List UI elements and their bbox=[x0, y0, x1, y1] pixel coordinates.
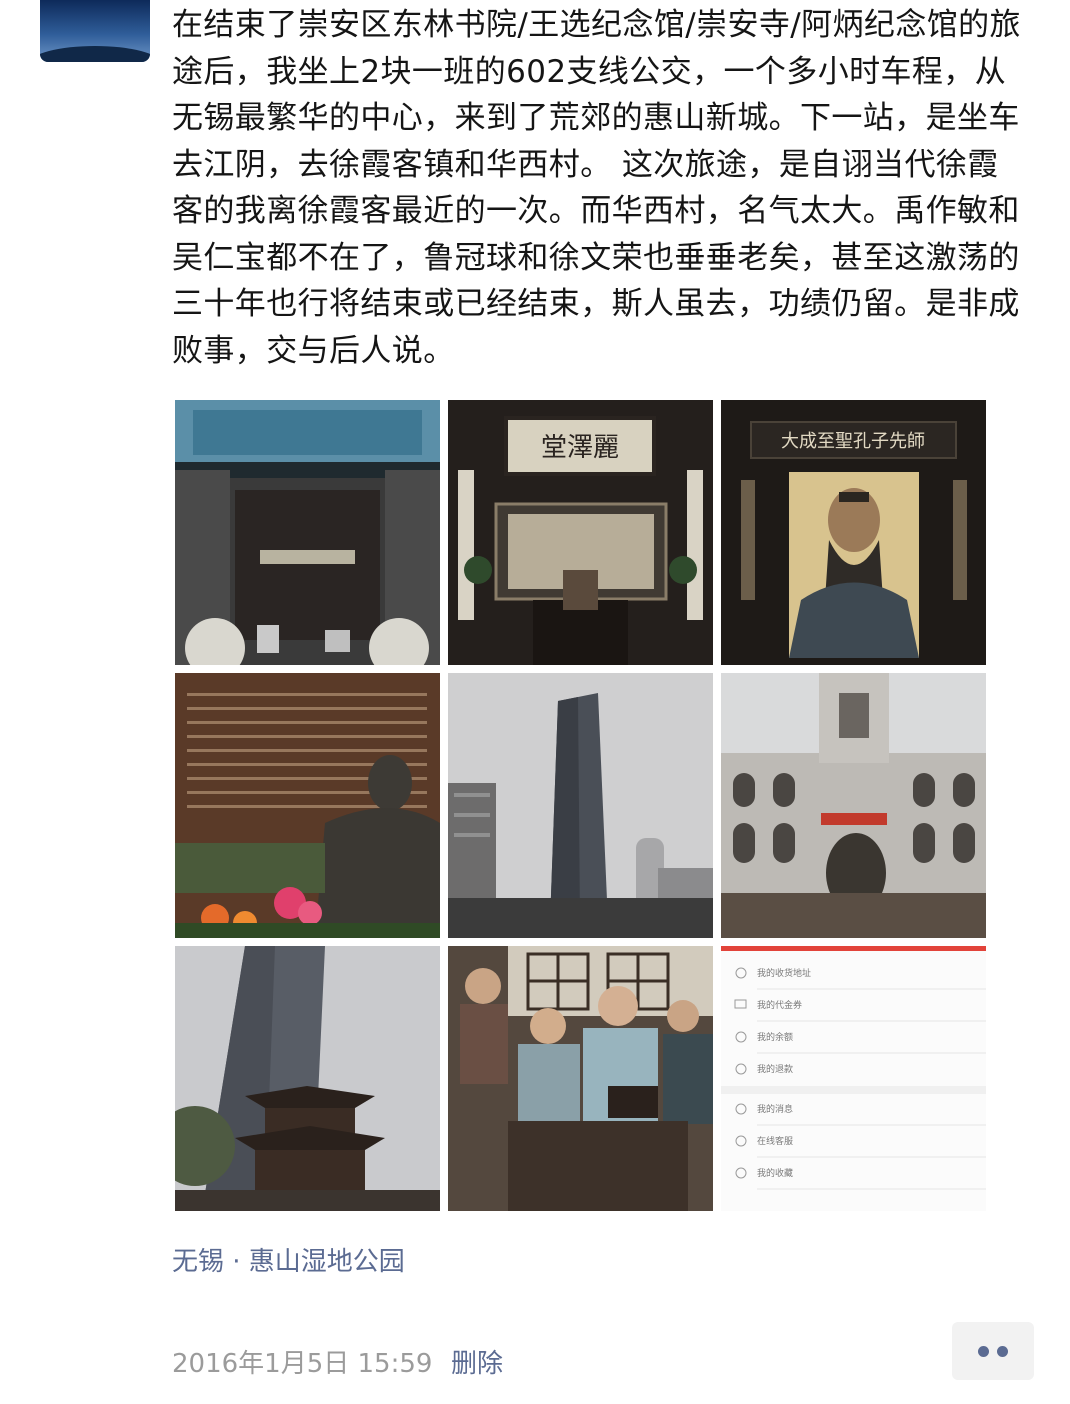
photo-grid: 堂澤麗 大成至聖孔子先師 我的收货地址 我的代金券 我的余额 我的退款 我的消息… bbox=[175, 400, 986, 1211]
screenshot-menu-item: 我的消息 bbox=[757, 1103, 793, 1115]
more-button[interactable] bbox=[952, 1322, 1034, 1380]
location-link[interactable]: 无锡 · 惠山湿地公园 bbox=[172, 1241, 405, 1278]
photo-bronze-statue[interactable] bbox=[175, 673, 440, 938]
photo-memorial-building[interactable] bbox=[721, 673, 986, 938]
photo-app-screenshot[interactable]: 我的收货地址 我的代金券 我的余额 我的退款 我的消息 在线客服 我的收藏 bbox=[721, 946, 986, 1211]
screenshot-menu-item: 我的余额 bbox=[757, 1031, 793, 1043]
photo-confucius-portrait[interactable]: 大成至聖孔子先師 bbox=[721, 400, 986, 665]
avatar-hill-shape bbox=[40, 46, 150, 62]
photo-wax-figures[interactable] bbox=[448, 946, 713, 1211]
screenshot-menu-item: 我的收藏 bbox=[757, 1167, 793, 1179]
delete-button[interactable]: 删除 bbox=[451, 1343, 503, 1380]
photo-hall-plaque[interactable]: 堂澤麗 bbox=[448, 400, 713, 665]
more-dots-icon bbox=[978, 1346, 989, 1357]
more-dots-icon bbox=[997, 1346, 1008, 1357]
photo-skyscraper[interactable] bbox=[448, 673, 713, 938]
confucius-plaque-text: 大成至聖孔子先師 bbox=[781, 431, 925, 452]
photo-tower-pavilion[interactable] bbox=[175, 946, 440, 1211]
screenshot-menu-item: 我的代金券 bbox=[757, 999, 802, 1011]
avatar[interactable] bbox=[40, 0, 150, 62]
screenshot-menu-item: 在线客服 bbox=[757, 1135, 793, 1147]
screenshot-menu-item: 我的退款 bbox=[757, 1063, 793, 1075]
post-timestamp: 2016年1月5日 15:59 bbox=[172, 1349, 433, 1379]
photo-academy-gate[interactable] bbox=[175, 400, 440, 665]
post-text: 在结束了崇安区东林书院/王选纪念馆/崇安寺/阿炳纪念馆的旅途后，我坐上2块一班的… bbox=[172, 7, 1021, 369]
hall-plaque-text: 堂澤麗 bbox=[541, 433, 619, 463]
screenshot-menu-item: 我的收货地址 bbox=[757, 967, 811, 979]
